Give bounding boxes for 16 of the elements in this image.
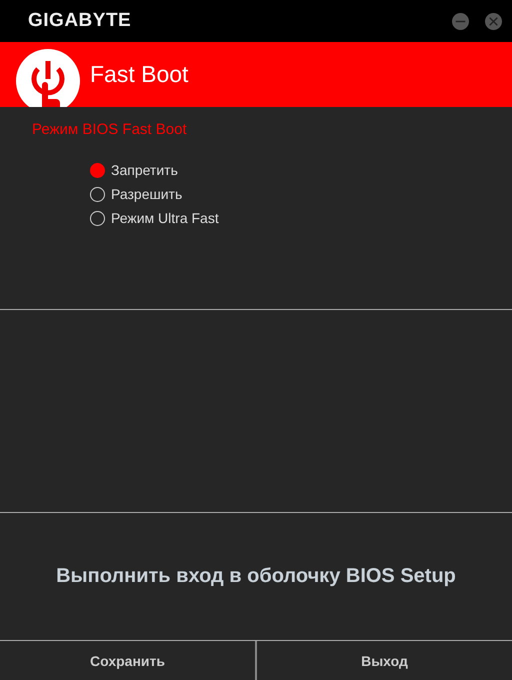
radio-button[interactable] xyxy=(90,186,105,202)
radio-button[interactable] xyxy=(90,162,105,178)
power-hand-icon xyxy=(16,48,80,107)
brand-logo: GIGABYTE xyxy=(28,10,132,32)
section-title: Режим BIOS Fast Boot xyxy=(32,121,187,138)
option-label: Запретить xyxy=(111,162,178,178)
close-icon[interactable] xyxy=(485,12,502,30)
bios-setup-link[interactable]: Выполнить вход в оболочку BIOS Setup xyxy=(56,565,456,588)
radio-option[interactable]: Запретить xyxy=(90,162,480,178)
radio-button[interactable] xyxy=(90,210,105,226)
option-label: Режим Ultra Fast xyxy=(111,210,219,226)
option-label: Разрешить xyxy=(111,186,182,202)
page-title: Fast Boot xyxy=(90,61,188,88)
radio-option[interactable]: Разрешить xyxy=(90,186,480,202)
minimize-icon[interactable] xyxy=(452,12,469,30)
radio-option[interactable]: Режим Ultra Fast xyxy=(90,210,480,226)
